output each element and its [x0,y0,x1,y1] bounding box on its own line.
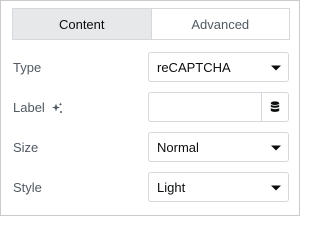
label-text-input[interactable] [149,93,262,121]
type-select-value: reCAPTCHA [157,60,231,75]
style-control-row: Style Light [13,172,290,204]
dynamic-tags-button[interactable] [261,93,288,121]
type-select[interactable]: reCAPTCHA [148,52,289,82]
size-label: Size [13,140,39,155]
settings-panel: Content Advanced Type reCAPTCHA Label Si… [0,0,300,216]
label-input-group [148,92,289,122]
panel-tabs: Content Advanced [12,8,290,40]
style-label: Style [13,180,42,195]
chevron-down-icon [271,65,281,71]
type-label: Type [13,60,42,75]
tab-content[interactable]: Content [13,9,152,39]
label-control-row: Label [13,92,290,124]
style-select-value: Light [157,180,186,195]
size-select-value: Normal [157,140,199,155]
database-icon [270,101,280,112]
size-select[interactable]: Normal [148,132,289,162]
ai-sparkle-icon[interactable] [51,102,63,114]
size-control-row: Size Normal [13,132,290,164]
style-select[interactable]: Light [148,172,289,202]
label-label-text: Label [13,100,45,115]
type-control-row: Type reCAPTCHA [13,52,290,84]
tab-advanced[interactable]: Advanced [152,9,290,39]
label-label: Label [13,100,63,115]
chevron-down-icon [271,185,281,191]
chevron-down-icon [271,145,281,151]
